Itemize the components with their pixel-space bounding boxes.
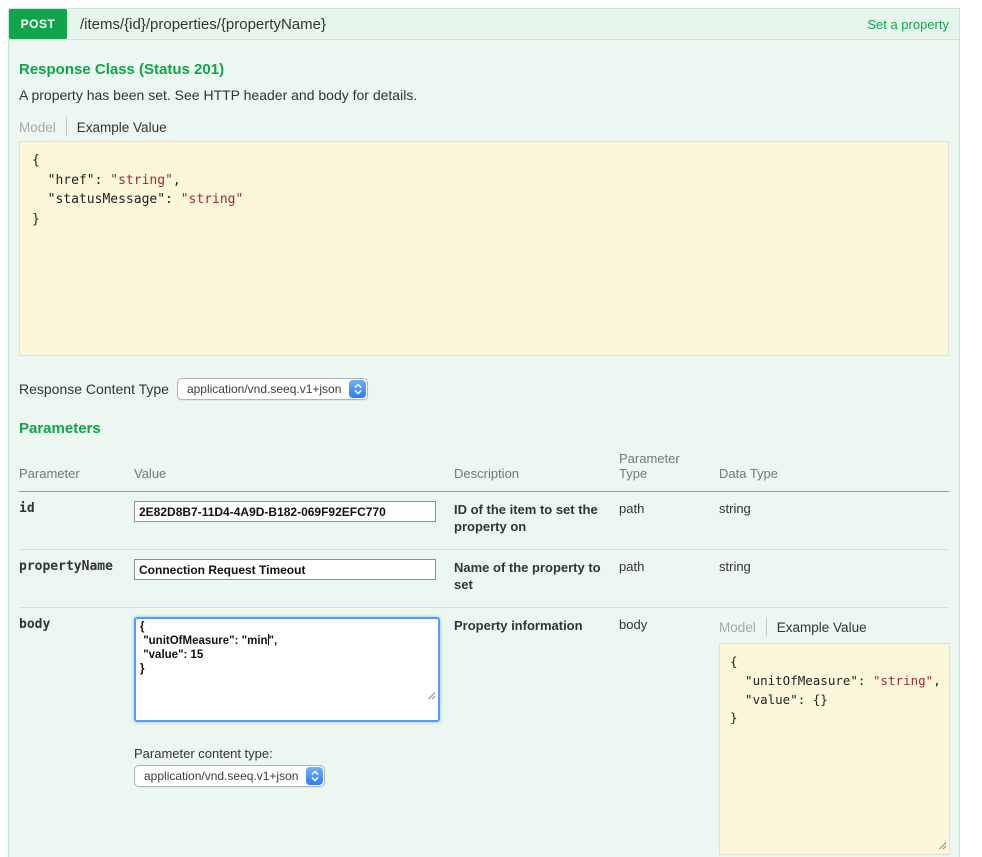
param-data-type: string (719, 492, 949, 550)
propertyname-value-input[interactable] (134, 559, 436, 580)
resize-handle-icon[interactable] (376, 676, 436, 718)
col-parameter: Parameter (19, 443, 134, 492)
parameters-header-row: Parameter Value Description Parameter Ty… (19, 443, 949, 492)
param-type: path (619, 492, 719, 550)
response-class-tabs: Model Example Value (19, 117, 949, 137)
param-type: path (619, 550, 719, 608)
tab-model[interactable]: Model (19, 120, 56, 135)
param-row-id: id ID of the item to set the property on… (19, 492, 949, 550)
param-name: id (19, 492, 134, 550)
param-data-type: string (719, 550, 949, 608)
param-name: body (19, 608, 134, 857)
response-content-type-label: Response Content Type (19, 381, 169, 397)
param-type: body (619, 608, 719, 857)
param-row-body: body { "unitOfMeasure": "min", "value": … (19, 608, 949, 857)
param-name: propertyName (19, 550, 134, 608)
parameters-table: Parameter Value Description Parameter Ty… (19, 443, 949, 857)
param-description: Property information (454, 608, 619, 857)
body-model-tabs: Model Example Value (719, 617, 949, 637)
select-up-down-icon (349, 380, 366, 398)
param-description: ID of the item to set the property on (454, 492, 619, 550)
api-operation-panel: POST /items/{id}/properties/{propertyNam… (8, 8, 960, 857)
tab-example-value[interactable]: Example Value (77, 120, 167, 135)
operation-heading: POST /items/{id}/properties/{propertyNam… (9, 9, 959, 39)
tab-model[interactable]: Model (719, 620, 756, 635)
parameter-content-type-label: Parameter content type: (134, 746, 454, 761)
body-value-textarea[interactable]: { "unitOfMeasure": "min", "value": 15 } (134, 617, 440, 722)
col-parameter-type: Parameter Type (619, 443, 719, 492)
http-method-post-button[interactable]: POST (9, 9, 67, 39)
response-class-title: Response Class (Status 201) (19, 62, 949, 78)
operation-content: Response Class (Status 201) A property h… (9, 39, 959, 857)
endpoint-path-link[interactable]: /items/{id}/properties/{propertyName} (80, 16, 326, 33)
body-example-codebox: { "unitOfMeasure": "string", "value": {}… (719, 643, 950, 855)
id-value-input[interactable] (134, 501, 436, 522)
operation-summary-link[interactable]: Set a property (867, 17, 949, 32)
tab-divider (766, 617, 767, 636)
body-text-before-caret: { "unitOfMeasure": "min (140, 621, 268, 647)
select-up-down-icon (306, 767, 323, 785)
response-content-type-row: Response Content Type application/vnd.se… (19, 378, 949, 400)
response-content-type-value: application/vnd.seeq.v1+json (178, 382, 349, 396)
response-example-codebox: { "href": "string", "statusMessage": "st… (19, 141, 949, 356)
parameters-title: Parameters (19, 421, 949, 437)
response-class-description: A property has been set. See HTTP header… (19, 87, 949, 104)
param-data-type-model: Model Example Value { "unitOfMeasure": "… (719, 608, 949, 857)
resize-handle-icon[interactable] (938, 838, 947, 853)
tab-divider (66, 117, 67, 136)
parameter-content-type-select[interactable]: application/vnd.seeq.v1+json (134, 765, 325, 787)
response-content-type-select[interactable]: application/vnd.seeq.v1+json (177, 378, 368, 400)
col-value: Value (134, 443, 454, 492)
parameter-content-type-value: application/vnd.seeq.v1+json (135, 769, 306, 783)
param-description: Name of the property to set (454, 550, 619, 608)
col-data-type: Data Type (719, 443, 949, 492)
tab-example-value[interactable]: Example Value (777, 620, 867, 635)
col-description: Description (454, 443, 619, 492)
param-row-propertyname: propertyName Name of the property to set… (19, 550, 949, 608)
